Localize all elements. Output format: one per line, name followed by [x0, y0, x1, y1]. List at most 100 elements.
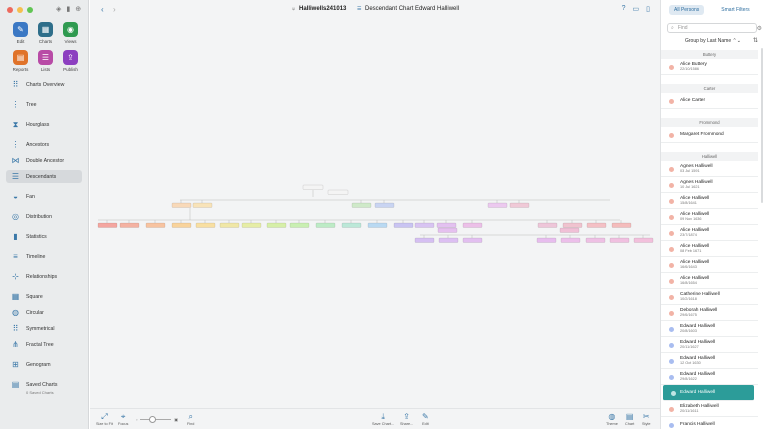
person-box[interactable] [559, 227, 580, 233]
person-row[interactable]: Deborah Halliwell 29/6/1675 [661, 305, 758, 321]
sidebar-item-hourglass[interactable]: ⧗ Hourglass [6, 118, 82, 131]
group-by-select[interactable]: Group by Last Name ⌃⌄ [685, 38, 741, 44]
size-to-fit-button[interactable]: ⤢ Size to Fit [96, 412, 113, 426]
find-button[interactable]: ⌕ Find [187, 412, 194, 426]
person-box[interactable] [393, 222, 414, 228]
person-box[interactable] [585, 237, 606, 243]
person-box[interactable] [437, 227, 458, 233]
sidebar-item-genogram[interactable]: ⊞ Genogram [6, 358, 82, 371]
person-row[interactable]: Alice Halliwell 08 Feb 1671 [661, 241, 758, 257]
zoom-window-button[interactable] [27, 7, 33, 13]
person-box[interactable] [586, 222, 607, 228]
search-tree-icon[interactable]: ⊕ [75, 5, 81, 13]
person-box[interactable] [438, 237, 459, 243]
person-box[interactable] [633, 237, 654, 243]
gear-icon[interactable]: ⚙ [757, 25, 762, 32]
descendant-chart-canvas[interactable] [90, 20, 660, 408]
person-box[interactable] [436, 222, 457, 228]
person-box[interactable] [414, 222, 435, 228]
person-row[interactable]: Alice Buttery 22/10/1586 [661, 59, 758, 75]
spouse-box[interactable] [327, 189, 349, 195]
person-box[interactable] [119, 222, 140, 228]
top-button-charts[interactable]: ▦ Charts [33, 22, 58, 44]
sidebar-item-ancestors[interactable]: ⋮ Ancestors [6, 138, 82, 151]
person-box[interactable] [315, 222, 336, 228]
person-row[interactable]: Edward Halliwell 12 Oct 1630 [661, 353, 758, 369]
focus-button[interactable]: ⌖ Focus [118, 412, 128, 426]
sort-icon[interactable]: ⇅ [753, 37, 758, 44]
person-box[interactable] [367, 222, 388, 228]
tag-icon[interactable]: ◈ [56, 5, 61, 13]
sidebar-item-circular[interactable]: ◍ Circular [6, 306, 82, 319]
tab-all-persons[interactable]: All Persons [669, 5, 705, 15]
forward-arrow-icon[interactable]: › [113, 5, 116, 14]
person-box[interactable] [97, 222, 118, 228]
top-button-publish[interactable]: ⇪ Publish [58, 50, 83, 72]
style-button[interactable]: ✂ Style [642, 412, 650, 426]
root-person-box[interactable] [302, 184, 324, 190]
person-row[interactable]: Edward Halliwell 20/8/1603 [661, 321, 758, 337]
chart-settings-button[interactable]: ▤ Chart [625, 412, 634, 426]
person-box[interactable] [487, 202, 508, 208]
person-row[interactable]: Alice Halliwell 23/7/1874 [661, 225, 758, 241]
zoom-slider[interactable]: ▫ ▣ [136, 416, 178, 423]
window-icon[interactable]: ▭ [633, 5, 640, 13]
person-box[interactable] [562, 222, 583, 228]
person-box[interactable] [241, 222, 262, 228]
top-button-lists[interactable]: ☰ Lists [33, 50, 58, 72]
sidebar-item-timeline[interactable]: ≡ Timeline [6, 250, 82, 263]
person-box[interactable] [611, 222, 632, 228]
person-box[interactable] [609, 237, 630, 243]
sidebar-item-statistics[interactable]: ▮ Statistics [6, 230, 82, 243]
person-box[interactable] [536, 237, 557, 243]
person-box[interactable] [462, 222, 483, 228]
top-button-views[interactable]: ◉ Views [58, 22, 83, 44]
help-icon[interactable]: ? [622, 5, 626, 13]
person-row[interactable]: Alice Halliwell 16/6/1643 [661, 257, 758, 273]
find-input[interactable]: ⌕ Find ⚙ [667, 23, 762, 33]
back-arrow-icon[interactable]: ‹ [101, 5, 104, 14]
theme-button[interactable]: ◍ Theme [606, 412, 618, 426]
person-row[interactable]: Elizabeth Halliwell 20/11/1611 [661, 401, 758, 417]
top-button-reports[interactable]: ▤ Reports [8, 50, 33, 72]
person-row[interactable]: Edward Halliwell [663, 385, 754, 401]
person-box[interactable] [414, 237, 435, 243]
close-window-button[interactable] [7, 7, 13, 13]
minimize-window-button[interactable] [17, 7, 23, 13]
person-box[interactable] [171, 222, 192, 228]
sidebar-item-descendants[interactable]: ☰ Descendants [6, 170, 82, 183]
bookmark-icon[interactable]: ▮ [66, 5, 70, 13]
sidebar-item-symmetrical[interactable]: ⠿ Symmetrical [6, 322, 82, 335]
sidebar-item-saved-charts[interactable]: ▤ Saved Charts 0 Saved Charts [6, 378, 82, 395]
person-box[interactable] [171, 202, 192, 208]
person-row[interactable]: Agnes Halliwell 10 Jul 1621 [661, 177, 758, 193]
person-row[interactable]: Alice Halliwell 09 Nov 1636 [661, 209, 758, 225]
sidebar-item-square[interactable]: ▦ Square [6, 290, 82, 303]
sidebar-item-distribution[interactable]: ◎ Distribution [6, 210, 82, 223]
person-row[interactable]: Catherine Halliwell 10/2/1618 [661, 289, 758, 305]
edit-chart-button[interactable]: ✎ Edit [422, 412, 429, 426]
person-box[interactable] [219, 222, 240, 228]
sidebar-item-tree[interactable]: ⋮ Tree [6, 98, 82, 111]
person-box[interactable] [289, 222, 310, 228]
tab-smart-filters[interactable]: Smart Filters [716, 5, 754, 15]
zoom-in-icon[interactable]: ▣ [174, 417, 178, 422]
person-box[interactable] [537, 222, 558, 228]
person-box[interactable] [266, 222, 287, 228]
person-row[interactable]: Edward Halliwell 20/11/1627 [661, 337, 758, 353]
sidebar-item-double-ancestor[interactable]: ⋈ Double Ancestor [6, 154, 82, 167]
person-row[interactable]: Agnes Halliwell 03 Jul 1591 [661, 161, 758, 177]
person-row[interactable]: Margaret Frommond [661, 127, 758, 143]
sidebar-item-relationships[interactable]: ⊹ Relationships [6, 270, 82, 283]
person-row[interactable]: Alice Carter [661, 93, 758, 109]
person-box[interactable] [351, 202, 372, 208]
sidebar-item-fan[interactable]: ◒ Fan [6, 190, 82, 203]
person-box[interactable] [192, 202, 213, 208]
person-row[interactable]: Francis Halliwell [661, 417, 758, 429]
save-chart-button[interactable]: ⤓ Save Chart... [372, 412, 394, 426]
share-button[interactable]: ⇪ Share... [400, 412, 413, 426]
zoom-track[interactable] [140, 416, 172, 423]
person-box[interactable] [195, 222, 216, 228]
person-box[interactable] [462, 237, 483, 243]
person-box[interactable] [509, 202, 530, 208]
